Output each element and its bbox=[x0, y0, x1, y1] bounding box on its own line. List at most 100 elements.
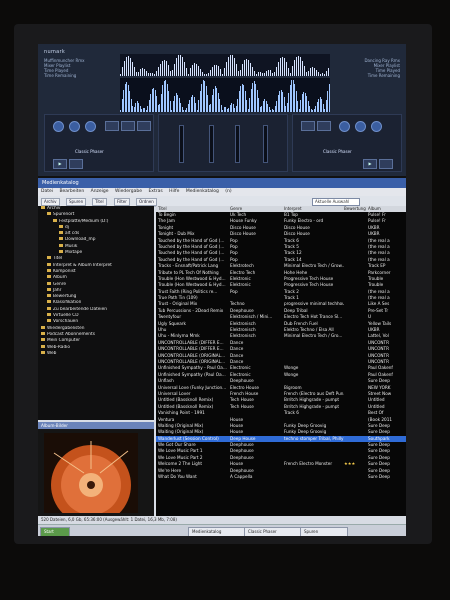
cue-button[interactable] bbox=[379, 159, 393, 169]
right-effect-label: Classic Phaser bbox=[323, 149, 352, 154]
waveform-bar bbox=[206, 73, 207, 76]
waveform-bar bbox=[230, 54, 231, 76]
cue-button[interactable] bbox=[69, 159, 83, 169]
menu-item[interactable]: Anzeige bbox=[91, 189, 109, 194]
menu-item[interactable]: Hilfe bbox=[169, 189, 179, 194]
volume-fader[interactable] bbox=[235, 125, 240, 163]
waveform-bar bbox=[162, 60, 163, 76]
waveform-bar bbox=[308, 71, 309, 76]
toolbar-button[interactable]: Archiv bbox=[41, 198, 60, 206]
toolbar-button[interactable]: Filter bbox=[114, 198, 130, 206]
waveform-bar bbox=[270, 70, 271, 76]
toolbar-button[interactable]: Titel bbox=[92, 198, 107, 206]
knob[interactable] bbox=[339, 121, 350, 132]
tree-item-label: Wiedergabelisten bbox=[47, 325, 85, 331]
waveform-bar bbox=[200, 69, 201, 76]
waveform-main[interactable] bbox=[120, 78, 330, 112]
waveform-bar bbox=[298, 55, 299, 76]
folder-icon bbox=[59, 237, 63, 241]
volume-fader[interactable] bbox=[179, 125, 184, 163]
tree-item-label: dj bbox=[65, 224, 69, 230]
mixer-panel bbox=[158, 114, 288, 172]
tree-item-label: Zu bearbeitende Dateien bbox=[53, 306, 107, 312]
waveform-bar bbox=[126, 57, 127, 76]
play-button[interactable]: ▶ bbox=[53, 159, 67, 169]
waveform-bar bbox=[252, 66, 253, 76]
waveform-bar bbox=[164, 59, 165, 76]
pad-button[interactable] bbox=[121, 121, 135, 131]
knob[interactable] bbox=[355, 121, 366, 132]
waveform-bar bbox=[236, 64, 237, 76]
menu-item[interactable]: Datei bbox=[41, 189, 53, 194]
tree-item-label: Archiv bbox=[47, 206, 61, 211]
waveform-bar bbox=[122, 66, 123, 76]
taskbar-item[interactable]: Medienkatalog bbox=[188, 527, 248, 536]
tree-item[interactable]: Web bbox=[38, 350, 154, 357]
tree-item-label: Vorschauen bbox=[53, 319, 79, 325]
waveform-bar bbox=[242, 64, 243, 76]
knob[interactable] bbox=[53, 121, 64, 132]
album-art-image bbox=[44, 433, 138, 513]
waveform-bar bbox=[316, 69, 317, 76]
waveform-bar bbox=[208, 72, 209, 76]
menu-item[interactable]: Medienkatalog bbox=[186, 189, 219, 194]
pad-button[interactable] bbox=[317, 121, 331, 131]
waveform-overview[interactable] bbox=[120, 54, 330, 76]
taskbar-item[interactable]: Spuren bbox=[300, 527, 348, 536]
track-rows: To Begin Uk Tech B1 Top Pulse! Fr The Jam Hou… bbox=[156, 212, 406, 480]
folder-icon bbox=[41, 325, 45, 329]
menu-item[interactable]: Extras bbox=[148, 189, 162, 194]
tree-item-label: Festplatte/Medium (D:) bbox=[59, 218, 109, 224]
tree-item-label: Album bbox=[53, 275, 67, 281]
table-row[interactable]: What Do You Want A Cappella Sure Deep bbox=[156, 474, 406, 480]
folder-icon bbox=[47, 212, 51, 216]
menu-bar: Datei Bearbeiten Anzeige Wiedergabe Extr… bbox=[38, 188, 406, 196]
status-bar: 520 Dateien, 6,0 Gb, 65:36:00 (Ausgewähl… bbox=[38, 516, 406, 524]
toolbar-button[interactable]: Spuren bbox=[66, 198, 87, 206]
folder-icon bbox=[47, 268, 51, 272]
pad-button[interactable] bbox=[105, 121, 119, 131]
dj-deck: numark Muffinmuncher Rmx Mixer Playlist … bbox=[38, 44, 406, 176]
folder-icon bbox=[41, 350, 45, 354]
deck-logo: numark bbox=[44, 49, 66, 55]
play-button[interactable]: ▶ bbox=[363, 159, 377, 169]
waveform-bar bbox=[254, 70, 255, 76]
waveform-bar bbox=[190, 68, 191, 76]
waveform-bar bbox=[212, 67, 213, 76]
waveform-bar bbox=[178, 54, 179, 76]
table-cell: Sure Deep bbox=[368, 474, 390, 480]
knob[interactable] bbox=[371, 121, 382, 132]
waveform-bar bbox=[306, 71, 307, 76]
taskbar-item[interactable]: Classic Phaser bbox=[244, 527, 304, 536]
waveform-bar bbox=[268, 69, 269, 76]
waveform-bar bbox=[182, 57, 183, 76]
left-deck-info: Muffinmuncher Rmx Mixer Playlist Time Pl… bbox=[44, 58, 114, 78]
table-cell: What Do You Want bbox=[158, 474, 197, 480]
menu-item[interactable]: (n) bbox=[225, 189, 231, 194]
start-button[interactable]: Start bbox=[40, 527, 70, 536]
waveform-bar bbox=[244, 60, 245, 76]
volume-fader[interactable] bbox=[209, 125, 214, 163]
waveform-bar bbox=[250, 62, 251, 76]
waveform-bar bbox=[172, 70, 173, 76]
folder-icon bbox=[47, 256, 51, 260]
folder-icon bbox=[59, 224, 63, 228]
search-input[interactable]: Aktuelle Auswahl bbox=[312, 198, 360, 206]
menu-item[interactable]: Bearbeiten bbox=[59, 189, 84, 194]
pad-button[interactable] bbox=[137, 121, 151, 131]
waveform-bar bbox=[204, 73, 205, 76]
volume-fader[interactable] bbox=[263, 125, 268, 163]
folder-icon bbox=[59, 243, 63, 247]
waveform-bar bbox=[184, 61, 185, 76]
waveform-bar bbox=[224, 67, 225, 76]
toolbar-button[interactable]: Ordnen bbox=[136, 198, 157, 206]
waveform-bar bbox=[132, 61, 133, 76]
knob[interactable] bbox=[69, 121, 80, 132]
waveform-bar bbox=[322, 73, 323, 76]
knob[interactable] bbox=[85, 121, 96, 132]
menu-item[interactable]: Wiedergabe bbox=[115, 189, 142, 194]
waveform-bar bbox=[138, 71, 139, 76]
pad-button[interactable] bbox=[301, 121, 315, 131]
media-library-window: Medienkatalog Datei Bearbeiten Anzeige W… bbox=[38, 178, 406, 524]
album-art-title: Album-Bilder bbox=[38, 422, 154, 429]
